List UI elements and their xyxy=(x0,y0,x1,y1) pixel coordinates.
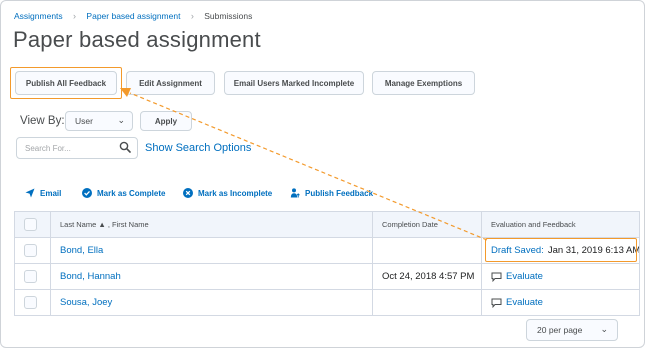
search-input[interactable]: Search For... xyxy=(16,137,138,159)
table-row: Bond, Ella Draft Saved: Jan 31, 2019 6:1… xyxy=(14,237,640,264)
breadcrumb-assignments[interactable]: Assignments xyxy=(14,11,63,21)
draft-saved-date: Jan 31, 2019 6:13 AM xyxy=(547,245,640,256)
email-action-label: Email xyxy=(40,188,62,198)
page-size-value: 20 per page xyxy=(537,325,583,335)
chevron-right-icon: › xyxy=(73,11,77,21)
show-search-options-link[interactable]: Show Search Options xyxy=(145,142,251,154)
completion-date xyxy=(372,237,482,264)
breadcrumb-paper-based-assignment[interactable]: Paper based assignment xyxy=(86,11,180,21)
email-action[interactable]: Email xyxy=(25,188,61,198)
publish-user-icon xyxy=(290,188,300,198)
mark-complete-label: Mark as Complete xyxy=(97,188,166,198)
apply-button[interactable]: Apply xyxy=(140,111,192,131)
select-all-cell xyxy=(14,211,51,238)
row-checkbox[interactable] xyxy=(24,270,37,283)
table-header-row: Last Name ▲ , First Name Completion Date… xyxy=(14,211,640,238)
manage-exemptions-button[interactable]: Manage Exemptions xyxy=(372,71,475,95)
email-incomplete-button[interactable]: Email Users Marked Incomplete xyxy=(224,71,364,95)
evaluation-cell: Draft Saved: Jan 31, 2019 6:13 AM xyxy=(491,245,639,256)
page-title: Paper based assignment xyxy=(13,27,261,52)
x-circle-icon xyxy=(183,188,193,198)
table-row: Sousa, Joey Evaluate xyxy=(14,289,640,316)
mark-incomplete-label: Mark as Incomplete xyxy=(198,188,273,198)
evaluate-link[interactable]: Evaluate xyxy=(506,271,543,282)
comment-icon xyxy=(491,298,502,308)
evaluate-link[interactable]: Evaluate xyxy=(506,297,543,308)
view-by-select[interactable]: User ⌄ xyxy=(65,111,133,131)
name-column-header[interactable]: Last Name ▲ , First Name xyxy=(50,211,373,238)
evaluation-cell: Evaluate xyxy=(491,297,630,308)
chevron-down-icon: ⌄ xyxy=(600,324,608,334)
evaluation-cell: Evaluate xyxy=(491,271,630,282)
publish-feedback-action[interactable]: Publish Feedback xyxy=(290,188,373,198)
publish-feedback-label: Publish Feedback xyxy=(305,188,374,198)
row-checkbox[interactable] xyxy=(24,296,37,309)
view-by-label: View By: xyxy=(20,115,65,127)
completion-column-header: Completion Date xyxy=(372,211,482,238)
student-name-link[interactable]: Sousa, Joey xyxy=(60,297,112,308)
submissions-table: Last Name ▲ , First Name Completion Date… xyxy=(14,211,640,316)
chevron-right-icon: › xyxy=(190,11,194,21)
breadcrumb: Assignments › Paper based assignment › S… xyxy=(14,11,252,21)
breadcrumb-submissions: Submissions xyxy=(204,11,253,21)
row-checkbox[interactable] xyxy=(24,244,37,257)
publish-all-feedback-button[interactable]: Publish All Feedback xyxy=(15,71,117,95)
send-icon xyxy=(25,188,35,198)
student-name-link[interactable]: Bond, Ella xyxy=(60,245,103,256)
page-size-select[interactable]: 20 per page ⌄ xyxy=(526,319,618,341)
edit-assignment-button[interactable]: Edit Assignment xyxy=(126,71,215,95)
completion-date xyxy=(372,289,482,316)
student-name-link[interactable]: Bond, Hannah xyxy=(60,271,121,282)
search-icon[interactable] xyxy=(119,141,131,155)
check-circle-icon xyxy=(82,188,92,198)
search-placeholder: Search For... xyxy=(25,143,71,153)
completion-date: Oct 24, 2018 4:57 PM xyxy=(372,263,482,290)
chevron-down-icon: ⌄ xyxy=(117,115,125,125)
mark-incomplete-action[interactable]: Mark as Incomplete xyxy=(183,188,272,198)
mark-complete-action[interactable]: Mark as Complete xyxy=(82,188,165,198)
view-by-value: User xyxy=(75,116,93,126)
draft-saved-link[interactable]: Draft Saved: xyxy=(491,245,544,256)
comment-icon xyxy=(491,272,502,282)
select-all-checkbox[interactable] xyxy=(24,218,37,231)
evaluation-column-header: Evaluation and Feedback xyxy=(481,211,640,238)
table-row: Bond, Hannah Oct 24, 2018 4:57 PM Evalua… xyxy=(14,263,640,290)
